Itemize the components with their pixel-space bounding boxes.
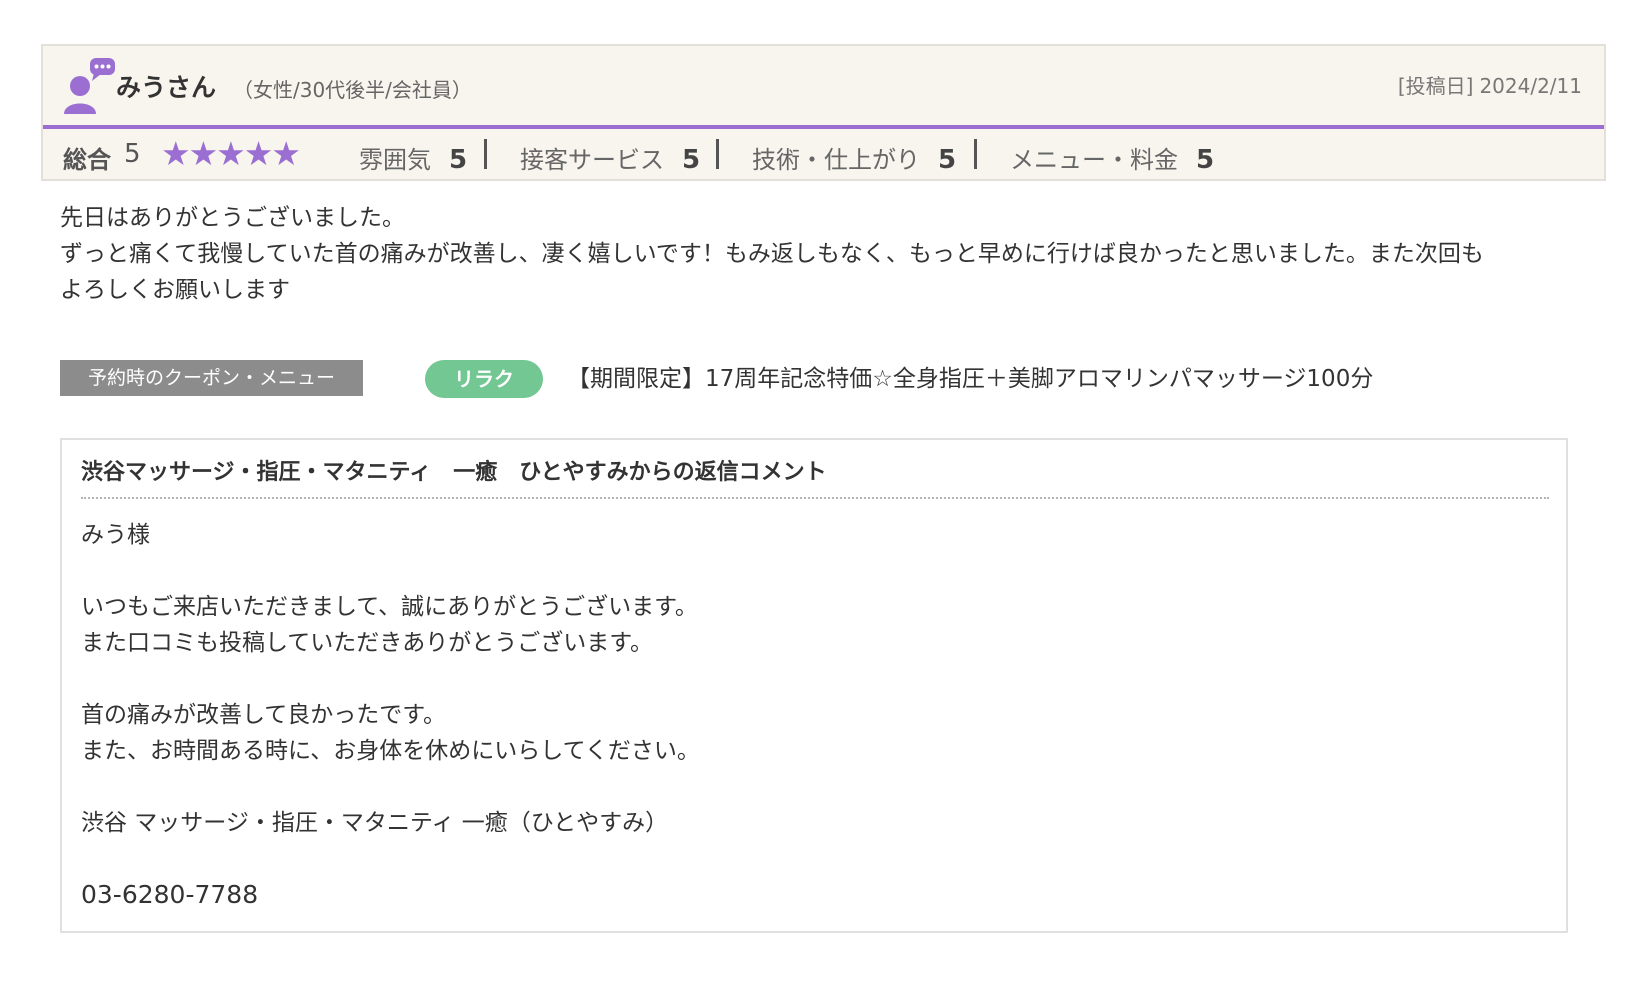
reply-text-line bbox=[81, 769, 700, 805]
star-rating-icon: ★★★★★ bbox=[161, 134, 301, 173]
rating-atmosphere-score: 5 bbox=[449, 145, 468, 175]
overall-rating-label: 総合 bbox=[63, 146, 111, 174]
reply-text-line bbox=[81, 553, 700, 589]
reply-text-line: また口コミも投稿していただきありがとうございます。 bbox=[81, 630, 654, 656]
reply-text-line: 渋谷 マッサージ・指圧・マタニティ 一癒（ひとやすみ） bbox=[81, 810, 669, 836]
reply-text-line: 首の痛みが改善して良かったです。 bbox=[81, 702, 447, 728]
rating-separator bbox=[974, 139, 977, 169]
reply-text-line: いつもご来店いただきまして、誠にありがとうございます。 bbox=[81, 594, 698, 620]
reply-title: 渋谷マッサージ・指圧・マタニティ 一癒 ひとやすみからの返信コメント bbox=[81, 460, 827, 485]
overall-rating-score: 5 bbox=[124, 139, 141, 169]
coupon-menu-name: 【期間限定】17周年記念特価☆全身指圧＋美脚アロマリンパマッサージ100分 bbox=[567, 366, 1374, 392]
review-text-line: よろしくお願いします bbox=[60, 277, 290, 303]
post-date-label: [投稿日] bbox=[1397, 74, 1474, 98]
rating-atmosphere: 雰囲気 5 bbox=[359, 140, 467, 175]
review-text-line: ずっと痛くて我慢していた首の痛みが改善し、凄く嬉しいです！もみ返しもなく、もっと… bbox=[60, 241, 1484, 267]
reviewer-row: みうさん （女性/30代後半/会社員） [投稿日] 2024/2/11 bbox=[43, 46, 1604, 125]
post-date: [投稿日] 2024/2/11 bbox=[1398, 70, 1582, 99]
reply-text-line: また、お時間ある時に、お身体を休めにいらしてください。 bbox=[81, 738, 700, 764]
coupon-menu-label: 予約時のクーポン・メニュー bbox=[60, 360, 363, 396]
reply-text-line: みう様 bbox=[81, 522, 150, 548]
reply-text-line bbox=[81, 661, 700, 697]
rating-row: 総合 5 ★★★★★ 雰囲気 5 接客サービス 5 技術・仕上がり 5 メニュー・料金… bbox=[43, 129, 1604, 181]
rating-technique-score: 5 bbox=[938, 145, 957, 175]
rating-technique: 技術・仕上がり 5 bbox=[752, 140, 956, 175]
review-body: 先日はありがとうございました。 ずっと痛くて我慢していた首の痛みが改善し、凄く嬉… bbox=[60, 200, 1580, 308]
rating-service: 接客サービス 5 bbox=[520, 140, 700, 175]
rating-separator bbox=[716, 139, 719, 169]
rating-atmosphere-label: 雰囲気 bbox=[359, 146, 431, 174]
reviewer-comment-icon bbox=[63, 56, 123, 116]
review-text-line: 先日はありがとうございました。 bbox=[60, 205, 405, 231]
rating-service-label: 接客サービス bbox=[520, 146, 664, 174]
shop-reply-box: 渋谷マッサージ・指圧・マタニティ 一癒 ひとやすみからの返信コメント みう様 い… bbox=[60, 438, 1568, 933]
rating-separator bbox=[484, 139, 487, 169]
reply-body: みう様 いつもご来店いただきまして、誠にありがとうございます。 また口コミも投稿… bbox=[81, 517, 700, 913]
rating-menu-price-label: メニュー・料金 bbox=[1010, 146, 1178, 174]
rating-technique-label: 技術・仕上がり bbox=[752, 146, 920, 174]
rating-service-score: 5 bbox=[682, 145, 701, 175]
rating-menu-price-score: 5 bbox=[1196, 145, 1215, 175]
post-date-value: 2024/2/11 bbox=[1479, 74, 1582, 98]
reply-divider bbox=[81, 497, 1549, 499]
rating-menu-price: メニュー・料金 5 bbox=[1010, 140, 1214, 175]
reviewer-profile: （女性/30代後半/会社員） bbox=[233, 78, 472, 102]
shop-phone-number: 03-6280-7788 bbox=[81, 880, 259, 909]
category-badge: リラク bbox=[425, 360, 543, 398]
review-header: みうさん （女性/30代後半/会社員） [投稿日] 2024/2/11 総合 5 … bbox=[41, 44, 1606, 181]
reply-text-line bbox=[81, 841, 700, 877]
reviewer-name: みうさん bbox=[116, 73, 217, 102]
